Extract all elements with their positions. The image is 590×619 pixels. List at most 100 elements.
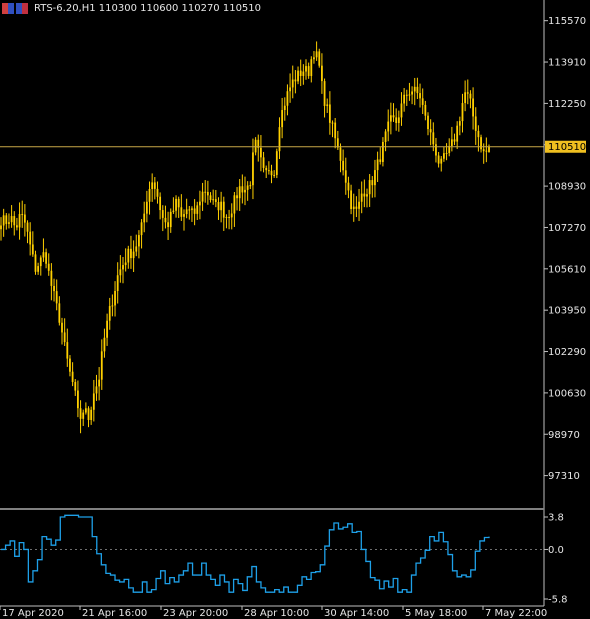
- candle: [297, 66, 299, 85]
- candle: [185, 198, 188, 219]
- candle-body: [482, 149, 485, 152]
- candle-body: [366, 194, 368, 197]
- candle-body: [225, 216, 228, 218]
- candle: [252, 138, 254, 200]
- candle-body: [389, 115, 392, 122]
- candle: [236, 187, 238, 211]
- time-tick-label: 21 Apr 16:00: [82, 608, 147, 619]
- candle: [260, 135, 262, 172]
- candle: [92, 379, 95, 422]
- oscillator-tick-label: -5.8: [548, 595, 568, 606]
- candle-body: [26, 222, 29, 232]
- candle: [140, 219, 143, 249]
- candle-body: [400, 103, 403, 118]
- candle-body: [419, 93, 421, 99]
- candle: [313, 51, 315, 64]
- candle: [196, 201, 199, 220]
- candle-body: [363, 193, 366, 197]
- candle: [249, 181, 252, 190]
- time-tick-label: 5 May 18:00: [405, 608, 467, 619]
- candle-body: [432, 132, 435, 145]
- candle-body: [236, 195, 238, 199]
- candle: [84, 402, 87, 415]
- candle-body: [265, 167, 268, 171]
- candle-body: [92, 393, 95, 410]
- candle: [355, 196, 358, 218]
- candle: [278, 117, 281, 160]
- candle: [21, 200, 24, 228]
- candle-body: [480, 137, 482, 150]
- candle: [328, 91, 331, 135]
- candle: [408, 82, 411, 101]
- candle-body: [196, 205, 199, 214]
- candle: [448, 138, 451, 157]
- candle: [469, 90, 472, 109]
- candle: [217, 197, 220, 220]
- candle-body: [315, 51, 318, 58]
- candle: [50, 263, 53, 301]
- candle-body: [29, 231, 32, 245]
- candle-body: [209, 195, 212, 201]
- candle: [45, 248, 47, 269]
- candle-body: [2, 215, 5, 226]
- candle-body: [450, 139, 453, 146]
- candle-body: [106, 320, 108, 338]
- candle-body: [278, 127, 281, 152]
- candle-body: [397, 117, 400, 124]
- candle-body: [321, 65, 323, 82]
- time-tick-label: 17 Apr 2020: [2, 608, 64, 619]
- candle-body: [87, 408, 90, 420]
- candle: [209, 192, 212, 203]
- candle: [164, 205, 167, 229]
- candle-body: [143, 213, 146, 223]
- candle: [281, 97, 284, 139]
- candle-body: [485, 150, 488, 152]
- candle-body: [302, 71, 305, 76]
- candle: [291, 65, 294, 99]
- candle: [474, 107, 477, 145]
- price-tick-label: 108930: [548, 182, 586, 193]
- candle-body: [23, 214, 26, 223]
- candle-body: [334, 122, 337, 139]
- candle-body: [5, 215, 8, 224]
- candle: [23, 204, 26, 237]
- candle: [116, 262, 119, 304]
- candle-body: [339, 147, 342, 161]
- candle: [106, 313, 108, 346]
- candle-body: [45, 252, 47, 264]
- price-tick-label: 97310: [548, 471, 580, 482]
- candle-body: [461, 103, 464, 122]
- candle-body: [8, 222, 10, 224]
- candle: [376, 151, 379, 183]
- candle: [374, 159, 376, 198]
- candle-body: [50, 270, 53, 286]
- candle: [228, 209, 230, 230]
- candle: [212, 189, 215, 205]
- candle-body: [95, 386, 98, 394]
- candle: [153, 177, 156, 200]
- candle-body: [58, 303, 61, 323]
- candle: [204, 180, 207, 203]
- candle: [201, 182, 204, 211]
- candle-body: [90, 409, 93, 420]
- candle-body: [34, 254, 37, 272]
- candle: [427, 112, 429, 136]
- candle: [244, 176, 246, 206]
- candle-body: [313, 57, 315, 60]
- candle-body: [456, 125, 459, 142]
- candle: [135, 234, 138, 257]
- candle-body: [275, 151, 278, 175]
- chart-canvas[interactable]: 1155701139101122501105901089301072701056…: [0, 0, 590, 619]
- candle-body: [138, 235, 140, 247]
- candle: [214, 189, 217, 208]
- candle-body: [291, 79, 294, 88]
- candle: [344, 157, 347, 195]
- candle-body: [18, 214, 21, 228]
- candle: [315, 41, 318, 61]
- candle: [143, 201, 146, 233]
- candle-body: [185, 209, 188, 215]
- candle-body: [108, 306, 111, 321]
- candle: [384, 129, 387, 152]
- candle: [148, 181, 151, 215]
- candle: [302, 64, 305, 85]
